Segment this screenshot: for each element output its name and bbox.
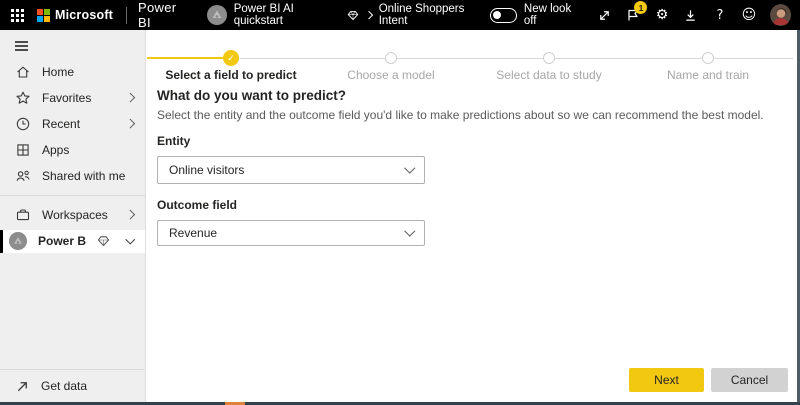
premium-diamond-icon <box>347 10 359 21</box>
sidebar-item-shared-with-me[interactable]: Shared with me <box>0 163 145 189</box>
top-bar: Microsoft Power BI Power BI AI quickstar… <box>0 0 800 30</box>
app-launcher-icon[interactable] <box>11 9 24 22</box>
chevron-right-icon <box>125 93 134 102</box>
chevron-right-icon <box>125 119 134 128</box>
workspaces-icon <box>15 207 31 223</box>
sidebar-item-label: Apps <box>42 143 133 157</box>
microsoft-wordmark: Microsoft <box>55 8 113 22</box>
sidebar-item-label: Shared with me <box>42 169 133 183</box>
step-2-label[interactable]: Choose a model <box>306 68 476 82</box>
step-1-indicator[interactable]: ✓ <box>223 50 239 66</box>
microsoft-logo[interactable]: Microsoft <box>37 8 113 22</box>
get-data-section: Get data <box>0 369 144 402</box>
step-3-indicator[interactable] <box>543 52 555 64</box>
sidebar-item-apps[interactable]: Apps <box>0 137 145 163</box>
step-4-label[interactable]: Name and train <box>623 68 793 82</box>
outcome-dropdown-value: Revenue <box>169 226 217 240</box>
help-icon[interactable]: ? <box>712 7 727 23</box>
sidebar-item-label: Workspaces <box>42 208 116 222</box>
nav-sidebar: Home Favorites Recent Apps <box>0 30 146 402</box>
page-title: What do you want to predict? <box>157 88 346 103</box>
breadcrumb-chevron-icon <box>365 11 373 19</box>
new-look-toggle[interactable] <box>490 8 517 23</box>
entity-field-label: Entity <box>157 134 190 148</box>
apps-icon <box>15 142 31 158</box>
chevron-down-icon <box>404 163 415 174</box>
arrow-up-right-icon <box>15 379 30 394</box>
sidebar-item-label: Power BI AI q... <box>38 234 86 248</box>
outcome-dropdown[interactable]: Revenue <box>157 220 425 246</box>
feedback-smiley-icon[interactable]: ☺ <box>741 7 756 23</box>
sidebar-item-favorites[interactable]: Favorites <box>0 85 145 111</box>
new-look-label: New look off <box>524 3 583 27</box>
sidebar-item-workspaces[interactable]: Workspaces <box>0 202 145 228</box>
powerbi-wordmark[interactable]: Power BI <box>138 0 191 30</box>
check-icon: ✓ <box>227 54 235 63</box>
download-icon[interactable] <box>683 7 698 23</box>
sidebar-item-recent[interactable]: Recent <box>0 111 145 137</box>
sidebar-item-current-workspace[interactable]: Power BI AI q... <box>0 230 145 253</box>
chevron-right-icon <box>125 210 134 219</box>
premium-diamond-icon <box>97 235 110 247</box>
people-icon <box>15 168 31 184</box>
get-data-label: Get data <box>41 379 87 393</box>
star-icon <box>15 90 31 106</box>
entity-dropdown[interactable]: Online visitors <box>157 156 425 184</box>
topbar-divider <box>126 7 127 24</box>
sidebar-divider <box>0 195 145 196</box>
step-4-indicator[interactable] <box>702 52 714 64</box>
microsoft-squares-icon <box>37 9 50 22</box>
home-icon <box>15 64 31 80</box>
get-data-button[interactable]: Get data <box>0 370 144 402</box>
fullscreen-icon[interactable] <box>597 7 612 23</box>
notifications-icon[interactable]: 1 <box>626 7 641 23</box>
topbar-actions: New look off 1 ⚙ ? <box>490 3 800 27</box>
workspace-avatar <box>207 5 227 25</box>
breadcrumb-page[interactable]: Online Shoppers Intent <box>379 3 490 27</box>
sidebar-item-label: Home <box>42 65 133 79</box>
step-3-label[interactable]: Select data to study <box>464 68 634 82</box>
new-look-toggle-group: New look off <box>490 3 583 27</box>
sidebar-item-label: Recent <box>42 117 116 131</box>
breadcrumb-workspace[interactable]: Power BI AI quickstart <box>234 3 340 27</box>
workspace-avatar-icon <box>9 232 27 250</box>
breadcrumb: Power BI AI quickstart Online Shoppers I… <box>207 3 490 27</box>
user-avatar[interactable] <box>770 4 791 26</box>
clock-icon <box>15 116 31 132</box>
nav-items: Home Favorites Recent Apps <box>0 59 145 255</box>
notification-badge: 1 <box>634 1 647 14</box>
wizard-main: ✓ Select a field to predict Choose a mod… <box>147 30 797 402</box>
step-1-label[interactable]: Select a field to predict <box>146 68 316 82</box>
settings-gear-icon[interactable]: ⚙ <box>654 7 669 23</box>
step-2-indicator[interactable] <box>385 52 397 64</box>
chevron-down-icon <box>125 235 134 244</box>
entity-dropdown-value: Online visitors <box>169 163 244 177</box>
sidebar-item-home[interactable]: Home <box>0 59 145 85</box>
chevron-down-icon <box>404 226 415 237</box>
next-button[interactable]: Next <box>629 368 704 392</box>
stepper-progress-line <box>147 57 231 59</box>
page-description: Select the entity and the outcome field … <box>157 108 777 122</box>
outcome-field-label: Outcome field <box>157 198 237 212</box>
cancel-button[interactable]: Cancel <box>711 368 788 392</box>
nav-collapse-icon[interactable] <box>15 41 28 51</box>
sidebar-item-label: Favorites <box>42 91 116 105</box>
powerbi-app-window: Microsoft Power BI Power BI AI quickstar… <box>0 0 800 405</box>
